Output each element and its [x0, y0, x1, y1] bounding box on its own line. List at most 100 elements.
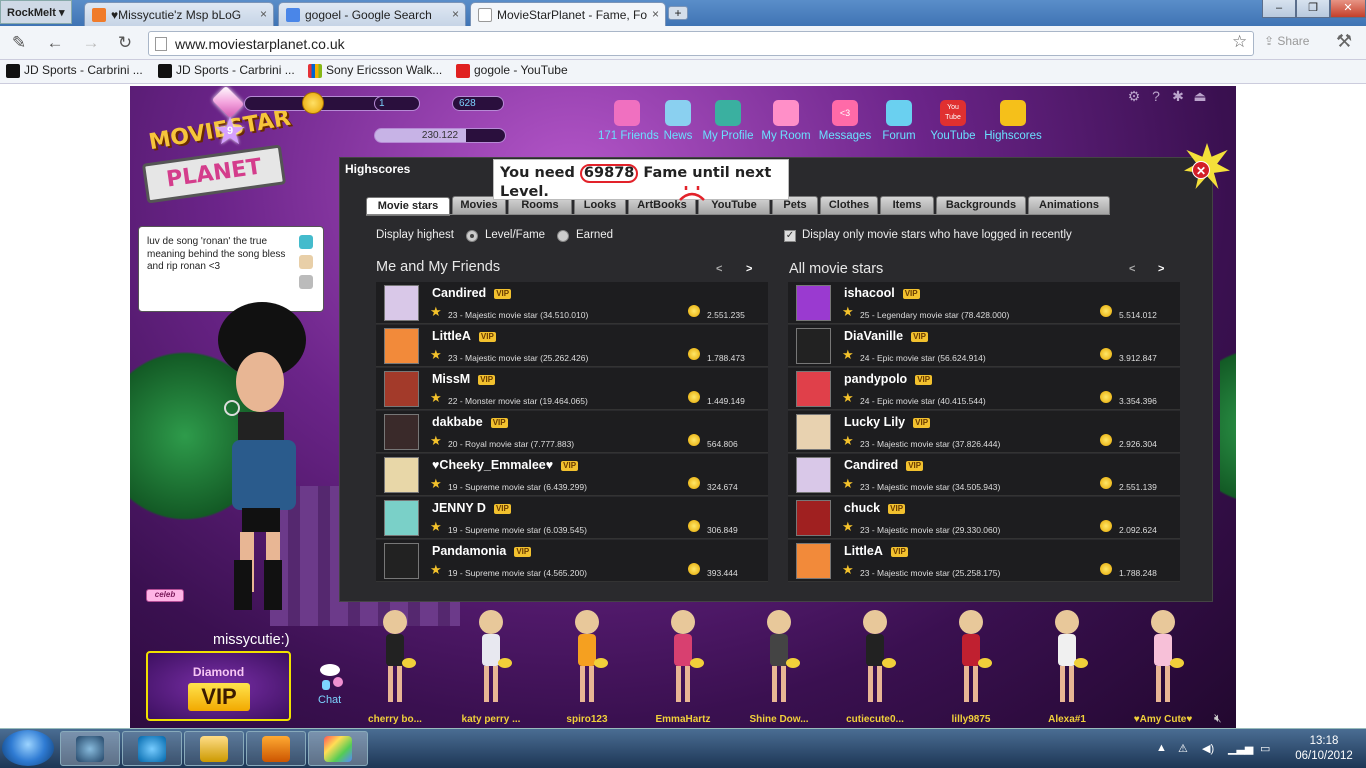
close-tab-icon[interactable]: × [652, 7, 659, 21]
player-name[interactable]: DiaVanille VIP [844, 329, 928, 343]
highscore-row[interactable]: pandypolo VIP ★ 24 - Epic movie star (40.41… [788, 368, 1180, 410]
tray-signal-icon[interactable]: ▁▃▅ [1228, 742, 1253, 755]
player-avatar[interactable] [796, 285, 831, 321]
online-friend[interactable]: katy perry ... [448, 608, 534, 726]
online-friend[interactable]: EmmaHartz [640, 608, 726, 726]
tray-volume-icon[interactable]: ◀) [1202, 742, 1214, 755]
nav-highscores[interactable]: Highscores [982, 100, 1044, 142]
tab-items[interactable]: Items [880, 196, 934, 215]
highscore-row[interactable]: LittleA VIP ★ 23 - Majestic movie star (25.… [376, 325, 768, 367]
player-name[interactable]: JENNY D VIP [432, 501, 511, 515]
player-name[interactable]: LittleA VIP [432, 329, 496, 343]
highscore-row[interactable]: Lucky Lily VIP ★ 23 - Majestic movie star (… [788, 411, 1180, 453]
player-name[interactable]: dakbabe VIP [432, 415, 508, 429]
player-avatar[interactable] [796, 328, 831, 364]
chat-bubble-icon[interactable] [498, 658, 512, 668]
friend-name[interactable]: Alexa#1 [1024, 714, 1110, 725]
player-name[interactable]: chuck VIP [844, 501, 906, 515]
sound-icon[interactable]: 🔇︎ [1214, 711, 1222, 726]
help-icon[interactable]: ? [1148, 88, 1164, 104]
bookmark-youtube[interactable]: gogole - YouTube [456, 63, 568, 78]
player-name[interactable]: Pandamonia VIP [432, 544, 532, 558]
system-clock[interactable]: 13:18 06/10/2012 [1292, 734, 1356, 764]
status-icon[interactable] [299, 235, 313, 249]
windows-start-button[interactable] [2, 730, 54, 766]
tab-missycutie-blog[interactable]: ♥Missycutie'z Msp bLoG × [84, 2, 274, 26]
player-name[interactable]: pandypolo VIP [844, 372, 933, 386]
chat-bubble-icon[interactable] [1170, 658, 1184, 668]
player-name[interactable]: ishacool VIP [844, 286, 920, 300]
bookmark-sony-ericsson[interactable]: Sony Ericsson Walk... [308, 63, 442, 78]
highscore-row[interactable]: Candired VIP ★ 23 - Majestic movie star (34… [376, 282, 768, 324]
online-friend[interactable]: cutiecute0... [832, 608, 918, 726]
player-name[interactable]: LittleA VIP [844, 544, 908, 558]
friend-name[interactable]: cherry bo... [352, 714, 438, 725]
taskbar-explorer[interactable] [184, 731, 244, 766]
player-avatar[interactable] [796, 457, 831, 493]
share-button[interactable]: ⇪ Share [1264, 34, 1309, 48]
options-icon[interactable]: ✱ [1170, 88, 1186, 104]
chat-bubble-icon[interactable] [690, 658, 704, 668]
chat-bubble-icon[interactable] [786, 658, 800, 668]
friend-name[interactable]: ♥Amy Cute♥ [1120, 714, 1206, 725]
friend-name[interactable]: spiro123 [544, 714, 630, 725]
player-avatar[interactable] [796, 414, 831, 450]
chat-label[interactable]: Chat [318, 694, 341, 706]
tab-google-search[interactable]: gogoel - Google Search × [278, 2, 466, 26]
player-avatar[interactable] [796, 500, 831, 536]
taskbar-rockmelt[interactable] [60, 731, 120, 766]
close-tab-icon[interactable]: × [452, 7, 459, 21]
back-icon[interactable]: ← [44, 32, 66, 54]
all-prev-page[interactable]: < [1129, 263, 1135, 275]
tray-battery-icon[interactable]: ▭ [1260, 742, 1270, 755]
online-friend[interactable]: spiro123 [544, 608, 630, 726]
close-panel-button[interactable]: ✕ [1192, 161, 1210, 179]
highscore-row[interactable]: MissM VIP ★ 22 - Monster movie star (19.464… [376, 368, 768, 410]
tab-clothes[interactable]: Clothes [820, 196, 878, 215]
forward-icon[interactable]: → [80, 32, 102, 54]
nav-youtube[interactable]: You Tube YouTube [928, 100, 978, 142]
settings-gear-icon[interactable]: ⚙ [1126, 88, 1142, 104]
status-icon[interactable] [299, 255, 313, 269]
tray-expand-icon[interactable]: ▲ [1156, 742, 1167, 754]
logout-icon[interactable]: ⏏ [1192, 88, 1208, 104]
taskbar-internet-explorer[interactable] [122, 731, 182, 766]
friend-name[interactable]: katy perry ... [448, 714, 534, 725]
bookmark-jd-sports-1[interactable]: JD Sports - Carbrini ... [6, 63, 143, 78]
address-bar[interactable]: www.moviestarplanet.co.uk [148, 31, 1254, 56]
player-name[interactable]: Candired VIP [844, 458, 924, 472]
maximize-button[interactable]: ❐ [1296, 0, 1330, 18]
player-avatar[interactable] [384, 285, 419, 321]
close-tab-icon[interactable]: × [260, 7, 267, 21]
nav-my-room[interactable]: My Room [760, 100, 812, 142]
status-icon[interactable] [299, 275, 313, 289]
new-tab-button[interactable]: + [668, 6, 688, 20]
player-avatar[interactable] [796, 543, 831, 579]
highscore-row[interactable]: Candired VIP ★ 23 - Majestic movie star (34… [788, 454, 1180, 496]
friend-name[interactable]: cutiecute0... [832, 714, 918, 725]
nav-news[interactable]: News [658, 100, 698, 142]
friend-name[interactable]: EmmaHartz [640, 714, 726, 725]
online-friend[interactable]: lilly9875 [928, 608, 1014, 726]
highscore-row[interactable]: LittleA VIP ★ 23 - Majestic movie star (25.… [788, 540, 1180, 582]
rockmelt-menu-button[interactable]: RockMelt ▾ [0, 0, 72, 24]
tab-backgrounds[interactable]: Backgrounds [936, 196, 1026, 215]
online-friend[interactable]: Alexa#1 [1024, 608, 1110, 726]
online-friend[interactable]: cherry bo... [352, 608, 438, 726]
bookmark-jd-sports-2[interactable]: JD Sports - Carbrini ... [158, 63, 295, 78]
highscore-row[interactable]: ♥Cheeky_Emmalee♥ VIP ★ 19 - Supreme movie s… [376, 454, 768, 496]
highscore-row[interactable]: Pandamonia VIP ★ 19 - Supreme movie star (4… [376, 540, 768, 582]
player-avatar[interactable] [384, 457, 419, 493]
friend-name[interactable]: Shine Dow... [736, 714, 822, 725]
diamond-vip-box[interactable]: Diamond VIP [146, 651, 291, 721]
coins-counter[interactable]: 628 [452, 96, 504, 111]
taskbar-media-player[interactable] [246, 731, 306, 766]
nav-friends[interactable]: 171 Friends [598, 100, 659, 142]
wrench-menu-icon[interactable]: ⚒ [1336, 31, 1352, 52]
friends-prev-page[interactable]: < [716, 263, 722, 275]
taskbar-paint[interactable] [308, 731, 368, 766]
tab-moviestarplanet[interactable]: MovieStarPlanet - Fame, Fo × [470, 2, 666, 26]
player-avatar[interactable] [384, 414, 419, 450]
edit-icon[interactable]: ✎ [8, 32, 30, 54]
highscore-row[interactable]: ishacool VIP ★ 25 - Legendary movie star (7… [788, 282, 1180, 324]
